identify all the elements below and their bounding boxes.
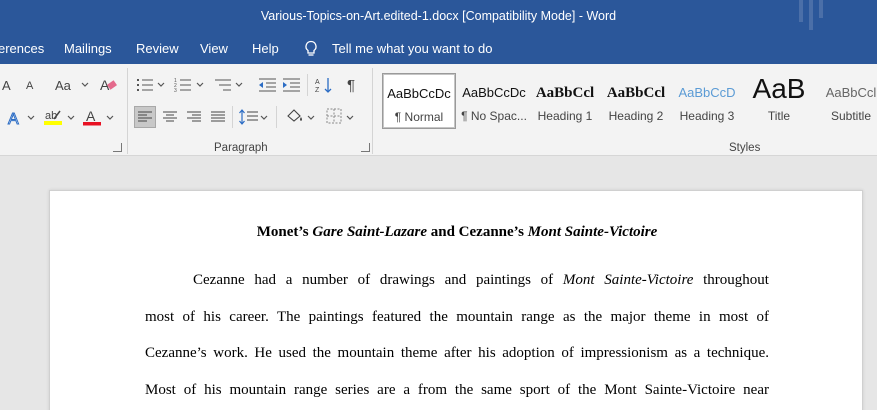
style-name: Heading 1 [537,109,593,123]
clear-formatting-icon[interactable]: A [97,76,119,94]
style-name: ¶ Normal [394,110,444,124]
document-page[interactable]: Monet’s Gare Saint-Lazare and Cezanne’s … [49,190,863,410]
style-sample: AaBbCcD [678,85,736,100]
borders-icon[interactable] [323,107,345,125]
text-run: Cezanne’s work. He used the mountain the… [145,345,769,361]
chevron-down-icon[interactable] [66,113,76,123]
title-decoration-icon [799,0,823,30]
style-title[interactable]: AaB Title [742,73,816,129]
tab-view[interactable]: View [200,41,228,56]
tab-mailings[interactable]: Mailings [64,41,112,56]
group-separator [127,68,128,154]
separator [276,106,277,128]
sort-icon[interactable]: A Z [313,76,335,94]
title-part: and Cezanne’s [426,224,528,240]
chevron-down-icon[interactable] [306,113,316,123]
tab-review[interactable]: Review [136,41,179,56]
ribbon-tabs: erences Mailings Review View Help Tell m… [0,33,877,64]
style-sample: AaB [752,73,806,104]
style-name: Heading 3 [679,109,735,123]
text-run: Cezanne had a number of drawings and pai… [193,272,563,288]
styles-gallery: AaBbCcDc ¶ Normal AaBbCcDc ¶ No Spac... … [380,71,877,131]
align-left-icon [138,111,152,122]
paragraph-dialog-launcher[interactable] [361,143,370,152]
font-dialog-launcher[interactable] [113,143,122,152]
show-formatting-marks-button[interactable]: ¶ [347,77,355,94]
style-subtitle[interactable]: AaBbCcl Subtitle [814,73,877,129]
paragraph-line: most of his career. The paintings featur… [145,309,769,326]
separator [307,74,308,96]
styles-group-label: Styles [729,142,761,154]
multilevel-list-icon[interactable] [213,76,235,94]
chevron-down-icon[interactable] [259,113,269,123]
title-part: Gare Saint-Lazare [312,224,427,240]
text-run: throughout [693,272,769,288]
style-sample: AaBbCcl [825,85,877,100]
text-run: most of his career. The paintings featur… [145,309,769,325]
style-no-spacing[interactable]: AaBbCcDc ¶ No Spac... [457,73,531,129]
align-right-icon[interactable] [184,108,206,126]
paragraph-line: Cezanne had a number of drawings and pai… [193,272,769,289]
paragraph-line: Most of his mountain range series are a … [145,382,769,399]
text-run: Mont Sainte-Victoire [562,272,694,288]
svg-text:3: 3 [174,88,177,94]
line-spacing-icon[interactable] [238,108,260,126]
title-part: Monet’s [256,224,313,240]
style-sample: AaBbCcDc [387,86,451,101]
style-name: Heading 2 [608,109,664,123]
font-color-icon[interactable]: A [81,108,103,126]
chevron-down-icon[interactable] [105,113,115,123]
title-part: Mont Sainte-Victoire [527,224,658,240]
chevron-down-icon[interactable] [234,80,244,90]
ribbon: A A Aa A A ab A 123 A Z ¶ Paragraph Styl… [0,64,877,156]
align-left-button[interactable] [134,106,156,128]
tell-me-search[interactable]: Tell me what you want to do [332,41,492,56]
align-center-icon[interactable] [160,108,182,126]
chevron-down-icon[interactable] [26,113,36,123]
change-case-button[interactable]: Aa [55,78,71,93]
style-name: Subtitle [830,109,872,123]
tab-references[interactable]: erences [0,41,44,56]
justify-icon[interactable] [208,108,230,126]
grow-font-button[interactable]: A [2,78,11,93]
group-separator [372,68,373,154]
document-title: Monet’s Gare Saint-Lazare and Cezanne’s … [50,224,864,241]
style-sample: AaBbCcl [606,85,666,101]
title-bar: Various-Topics-on-Art.edited-1.docx [Com… [0,0,877,33]
paragraph-line: Cezanne’s work. He used the mountain the… [145,345,769,362]
tab-help[interactable]: Help [252,41,279,56]
text-effects-icon[interactable]: A [6,109,28,128]
chevron-down-icon[interactable] [195,80,205,90]
bullets-icon[interactable] [135,76,157,94]
text-run: Most of his mountain range series are a … [145,382,769,398]
style-normal[interactable]: AaBbCcDc ¶ Normal [382,73,456,129]
style-heading-3[interactable]: AaBbCcD Heading 3 [670,73,744,129]
svg-text:A: A [315,79,320,86]
style-sample: AaBbCcl [535,85,595,101]
chevron-down-icon[interactable] [345,113,355,123]
style-sample: AaBbCcDc [462,85,526,100]
highlight-color-icon[interactable]: ab [42,108,64,126]
svg-text:A: A [8,111,19,127]
shrink-font-button[interactable]: A [26,80,33,92]
shading-icon[interactable] [284,107,306,125]
style-heading-2[interactable]: AaBbCcl Heading 2 [599,73,673,129]
numbering-icon[interactable]: 123 [173,76,195,94]
paragraph-group-label: Paragraph [214,142,268,154]
style-name: ¶ No Spac... [461,109,527,123]
decrease-indent-icon[interactable] [257,76,279,94]
window-title: Various-Topics-on-Art.edited-1.docx [Com… [260,9,617,23]
svg-text:A: A [86,108,96,124]
increase-indent-icon[interactable] [281,76,303,94]
chevron-down-icon[interactable] [80,80,90,90]
style-heading-1[interactable]: AaBbCcl Heading 1 [528,73,602,129]
separator [232,106,233,128]
chevron-down-icon[interactable] [156,80,166,90]
lightbulb-icon [305,40,317,56]
style-name: Title [767,109,791,123]
svg-text:Z: Z [315,87,320,94]
